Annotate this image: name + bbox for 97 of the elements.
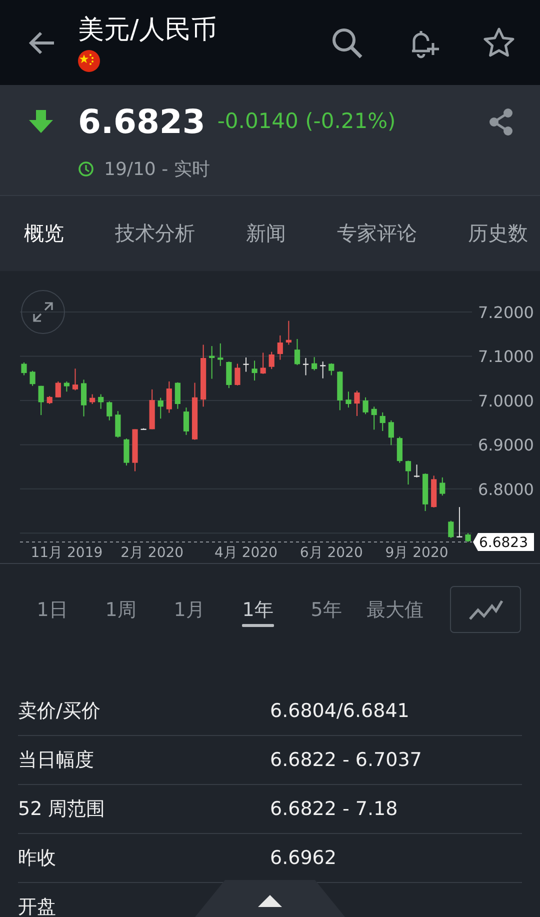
range-tab[interactable]: 1日 (18, 586, 86, 633)
candlestick (268, 351, 274, 370)
candlestick (260, 352, 266, 374)
candlestick (38, 385, 44, 416)
tab[interactable]: 技术分析 (115, 220, 195, 247)
candlestick (115, 410, 121, 438)
candlestick (149, 388, 155, 430)
candlestick (30, 370, 36, 386)
chart-type-button[interactable] (450, 586, 521, 633)
candlestick (440, 476, 446, 496)
candlestick (174, 382, 180, 410)
axis-label: 7.2000 (478, 303, 534, 322)
candlestick (388, 420, 394, 446)
flag-icon (78, 50, 100, 72)
stat-label: 52 周范围 (18, 797, 106, 822)
line-chart-icon (468, 598, 504, 620)
candlestick (465, 532, 471, 542)
candlestick (132, 428, 138, 472)
price: 6.6823 (78, 102, 206, 140)
tab[interactable]: 专家评论 (337, 220, 417, 247)
candlestick (252, 360, 258, 382)
clock-icon (78, 161, 94, 177)
stat-label: 昨收 (18, 846, 57, 871)
axis-label: 11月 2019 (30, 545, 103, 561)
stat-value: 6.6822 - 6.7037 (270, 749, 422, 771)
candlestick (362, 396, 368, 415)
candlestick (448, 520, 454, 539)
candlestick (380, 412, 386, 432)
candlestick (328, 362, 334, 376)
axis-label: 7.0000 (478, 391, 534, 410)
price-change: -0.0140 (-0.21%) (217, 109, 396, 133)
axis-label: 9月 2020 (385, 545, 448, 561)
candlestick (371, 406, 377, 430)
candlestick (346, 391, 352, 408)
candlestick (277, 334, 283, 360)
candlestick (46, 396, 52, 404)
candlestick (140, 428, 146, 430)
candlestick (243, 357, 249, 372)
axis-label: 7.1000 (478, 347, 534, 366)
range-tab[interactable]: 最大值 (360, 586, 429, 633)
candlestick (405, 460, 412, 485)
candlestick (166, 380, 172, 414)
candlestick (414, 464, 420, 478)
candlestick (302, 358, 309, 376)
candlestick (106, 400, 112, 421)
stat-label: 开盘 (18, 895, 57, 917)
candlestick (354, 390, 360, 416)
candlestick (80, 379, 87, 417)
axis-label: 4月 2020 (214, 545, 278, 561)
candlestick (320, 361, 326, 379)
candlestick (200, 344, 206, 408)
candlestick (226, 361, 232, 389)
expand-icon (31, 300, 55, 324)
range-tab[interactable]: 1月 (155, 586, 224, 633)
range-tab[interactable]: 1周 (86, 586, 155, 633)
star-icon[interactable] (482, 26, 516, 60)
candlestick (234, 363, 240, 386)
expand-handle[interactable] (195, 880, 345, 917)
candlestick (98, 394, 104, 410)
stat-label: 当日幅度 (18, 748, 95, 773)
candlestick (192, 382, 198, 440)
candlestick (72, 368, 78, 391)
candlestick (456, 506, 462, 538)
candlestick (431, 475, 437, 508)
candlestick (64, 380, 70, 392)
candlestick (422, 472, 428, 512)
candlestick (90, 394, 96, 404)
expand-button[interactable] (21, 290, 65, 334)
stat-label: 卖价/买价 (18, 699, 102, 724)
candlestick (294, 338, 300, 366)
candlestick (312, 356, 318, 371)
candlestick (21, 362, 27, 376)
range-tab[interactable]: 1年 (224, 586, 292, 633)
axis-label: 6月 2020 (300, 545, 363, 561)
pair-title: 美元/人民币 (78, 14, 218, 46)
candlestick (55, 380, 61, 398)
stat-value: 6.6822 - 7.18 (270, 798, 398, 820)
tab[interactable]: 历史数 (468, 220, 528, 247)
candlestick (124, 438, 130, 466)
candlestick (286, 320, 292, 346)
candlestick (337, 370, 343, 411)
price-marker: 6.6823 (473, 533, 534, 551)
stat-value: 6.6804/6.6841 (270, 700, 410, 722)
axis-label: 2月 2020 (120, 545, 184, 561)
search-icon[interactable] (330, 26, 364, 60)
candlestick (158, 397, 164, 420)
candlestick (396, 436, 402, 464)
candlestick (209, 346, 215, 380)
axis-label: 6.9000 (478, 436, 534, 455)
range-tab[interactable]: 5年 (292, 586, 360, 633)
candlestick (183, 407, 190, 436)
quote-time: 19/10 - 实时 (104, 158, 210, 181)
candlestick (218, 342, 224, 366)
tab[interactable]: 新闻 (246, 220, 286, 247)
tab[interactable]: 概览 (24, 220, 64, 247)
stat-value: 6.6962 (270, 847, 336, 869)
axis-label: 6.8000 (478, 480, 534, 499)
